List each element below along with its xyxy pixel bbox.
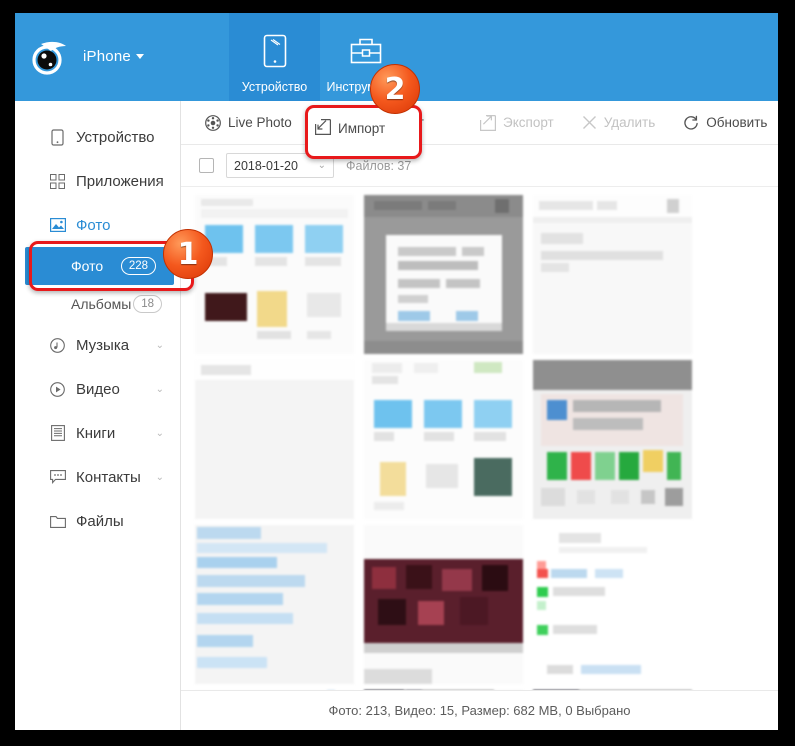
sidebar-item-photo[interactable]: Фото bbox=[15, 203, 180, 247]
grid-apps-icon bbox=[49, 173, 66, 190]
itools-comet-eye-logo-icon bbox=[27, 34, 73, 80]
phone-icon bbox=[49, 129, 66, 146]
thumbnail-item[interactable] bbox=[364, 360, 523, 519]
sidebar-item-device[interactable]: Устройство bbox=[15, 115, 180, 159]
delete-label: Удалить bbox=[604, 115, 656, 130]
files-count-label: Файлов: 37 bbox=[346, 159, 411, 173]
thumbnail-item[interactable] bbox=[195, 525, 354, 684]
export-button[interactable]: Экспорт bbox=[468, 108, 566, 138]
brand-area[interactable]: iPhone bbox=[15, 13, 229, 101]
sidebar-item-photo-label: Фото bbox=[76, 217, 110, 234]
delete-button[interactable]: Удалить bbox=[570, 108, 668, 138]
tablet-icon bbox=[262, 34, 288, 71]
sidebar-item-books-label: Книги bbox=[76, 425, 115, 442]
music-disc-icon bbox=[49, 337, 66, 354]
photo-icon bbox=[49, 217, 66, 234]
application-window: iPhone Устройство bbox=[15, 13, 778, 730]
chevron-down-icon: ⌄ bbox=[318, 160, 326, 171]
status-text: Фото: 213, Видео: 15, Размер: 682 МВ, 0 … bbox=[329, 703, 631, 718]
sidebar-subitem-albums[interactable]: Альбомы 18 bbox=[15, 285, 180, 323]
toolbox-icon bbox=[349, 34, 383, 71]
chevron-down-icon[interactable]: ⌄ bbox=[156, 472, 164, 483]
contacts-chat-icon bbox=[49, 469, 66, 486]
refresh-icon bbox=[683, 115, 699, 131]
sidebar-subitem-photos[interactable]: Фото 228 bbox=[25, 247, 174, 285]
thumbnail-item[interactable] bbox=[364, 525, 523, 684]
tab-device[interactable]: Устройство bbox=[229, 13, 320, 101]
live-photo-label: Live Photo bbox=[228, 115, 292, 130]
sidebar: Устройство Приложения ⌄ Фото Фото 228 bbox=[15, 101, 181, 730]
chevron-down-icon[interactable]: ⌄ bbox=[156, 176, 164, 187]
albums-count-badge: 18 bbox=[133, 295, 162, 313]
body-area: Устройство Приложения ⌄ Фото Фото 228 bbox=[15, 101, 778, 730]
sidebar-item-music-label: Музыка bbox=[76, 337, 129, 354]
folder-icon bbox=[49, 513, 66, 530]
import-arrow-icon bbox=[315, 119, 331, 138]
book-icon bbox=[49, 425, 66, 442]
main-panel: Live Photo Импорт Экспорт bbox=[181, 101, 778, 730]
chevron-down-icon[interactable]: ⌄ bbox=[156, 340, 164, 351]
sidebar-item-device-label: Устройство bbox=[76, 129, 154, 146]
date-dropdown[interactable]: 2018-01-20 ⌄ bbox=[226, 153, 334, 178]
sidebar-subitem-albums-label: Альбомы bbox=[71, 296, 131, 312]
thumbnail-item[interactable] bbox=[364, 195, 523, 354]
sidebar-item-apps-label: Приложения bbox=[76, 173, 164, 190]
filter-bar: 2018-01-20 ⌄ Файлов: 37 bbox=[181, 145, 778, 187]
sidebar-item-music[interactable]: Музыка ⌄ bbox=[15, 323, 180, 367]
sidebar-subitem-photos-label: Фото bbox=[71, 258, 103, 274]
sidebar-item-files[interactable]: Файлы bbox=[15, 499, 180, 543]
group-select-checkbox[interactable] bbox=[199, 158, 214, 173]
import-label-highlighted: Импорт bbox=[338, 121, 385, 136]
date-value: 2018-01-20 bbox=[234, 159, 298, 173]
export-label: Экспорт bbox=[503, 115, 554, 130]
status-bar: Фото: 213, Видео: 15, Размер: 682 МВ, 0 … bbox=[181, 690, 778, 730]
sidebar-item-contacts-label: Контакты bbox=[76, 469, 141, 486]
live-photo-icon bbox=[205, 115, 221, 131]
annotation-badge-1: 1 bbox=[163, 229, 213, 279]
video-play-icon bbox=[49, 381, 66, 398]
thumbnail-item[interactable] bbox=[533, 360, 692, 519]
thumbnail-item[interactable] bbox=[195, 195, 354, 354]
annotation-badge-2: 2 bbox=[370, 64, 420, 114]
refresh-button[interactable]: Обновить bbox=[671, 108, 778, 138]
brand-label: iPhone bbox=[83, 48, 131, 65]
photo-grid-container[interactable] bbox=[181, 187, 778, 690]
import-button-highlighted[interactable]: Импорт bbox=[315, 119, 385, 138]
sidebar-item-contacts[interactable]: Контакты ⌄ bbox=[15, 455, 180, 499]
sidebar-item-files-label: Файлы bbox=[76, 513, 124, 530]
thumbnail-item[interactable] bbox=[195, 360, 354, 519]
chevron-down-icon[interactable] bbox=[136, 54, 144, 59]
chevron-down-icon[interactable]: ⌄ bbox=[156, 384, 164, 395]
photo-grid bbox=[195, 195, 778, 690]
sidebar-item-apps[interactable]: Приложения ⌄ bbox=[15, 159, 180, 203]
content-toolbar: Live Photo Импорт Экспорт bbox=[181, 101, 778, 145]
chevron-down-icon[interactable]: ⌄ bbox=[156, 428, 164, 439]
export-arrow-icon bbox=[480, 115, 496, 131]
sidebar-item-video-label: Видео bbox=[76, 381, 120, 398]
thumbnail-item[interactable] bbox=[533, 525, 692, 684]
sidebar-item-video[interactable]: Видео ⌄ bbox=[15, 367, 180, 411]
live-photo-button[interactable]: Live Photo bbox=[193, 108, 304, 138]
tab-device-label: Устройство bbox=[242, 80, 307, 94]
sidebar-item-books[interactable]: Книги ⌄ bbox=[15, 411, 180, 455]
close-x-icon bbox=[582, 115, 597, 130]
refresh-label: Обновить bbox=[706, 115, 767, 130]
thumbnail-item[interactable] bbox=[533, 195, 692, 354]
photos-count-badge: 228 bbox=[121, 257, 156, 275]
